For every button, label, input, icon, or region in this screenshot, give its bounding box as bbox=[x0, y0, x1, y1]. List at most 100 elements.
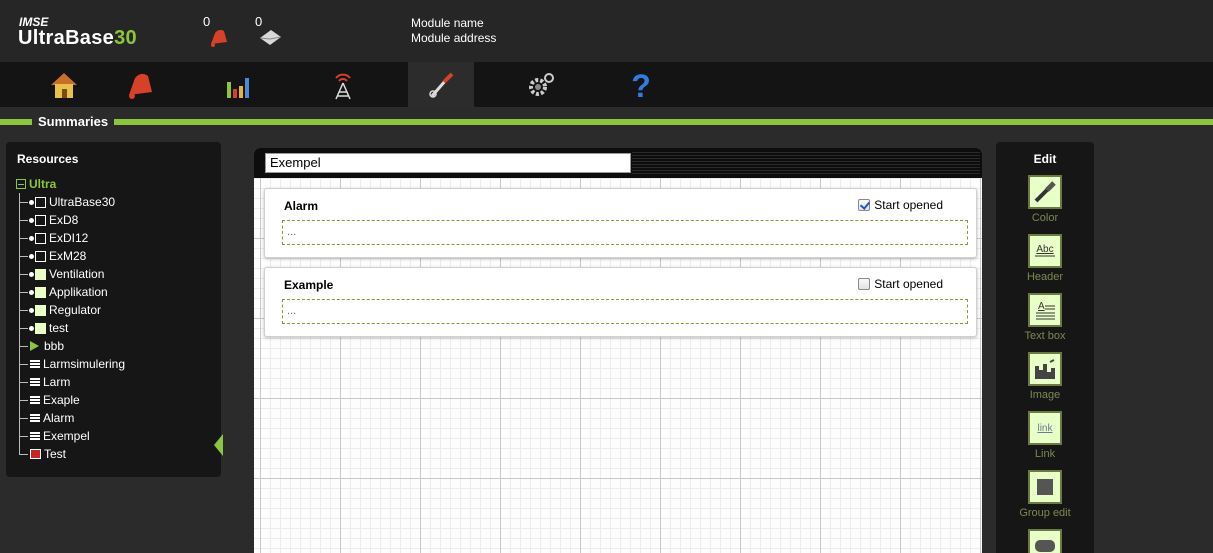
tree-item-label: Regulator bbox=[49, 303, 102, 317]
rounded-rect-icon bbox=[1035, 540, 1055, 552]
tree-item-label: Larm bbox=[43, 375, 71, 389]
collapse-icon[interactable] bbox=[16, 179, 26, 189]
bell-icon bbox=[129, 73, 152, 99]
card-title: Example bbox=[284, 278, 334, 292]
module-info: Module name Module address bbox=[411, 16, 496, 46]
card-title: Alarm bbox=[284, 199, 319, 213]
collapse-panel-icon[interactable] bbox=[214, 434, 223, 456]
tree-item[interactable]: Larmsimulering bbox=[16, 355, 125, 373]
tree-item-label: ExDI12 bbox=[49, 231, 89, 245]
tree-item[interactable]: bbb bbox=[16, 337, 64, 355]
tool-color[interactable]: Color bbox=[996, 175, 1094, 224]
help-icon: ? bbox=[631, 68, 651, 102]
tree-item[interactable]: UltraBase30 bbox=[16, 193, 115, 211]
summary-doc-icon bbox=[30, 431, 40, 441]
gears-icon bbox=[529, 72, 554, 96]
summary-card[interactable]: Alarm Start opened ... bbox=[264, 188, 977, 258]
svg-text:Abc: Abc bbox=[1036, 244, 1053, 255]
nav-alarms[interactable] bbox=[107, 62, 173, 107]
tree-item[interactable]: Test bbox=[16, 445, 66, 463]
tool-link[interactable]: link Link bbox=[996, 411, 1094, 460]
tree-item-label: Exaple bbox=[43, 393, 80, 407]
tree-item[interactable]: Regulator bbox=[16, 301, 101, 319]
edit-title: Edit bbox=[1033, 152, 1057, 166]
group-folder-icon bbox=[35, 322, 46, 334]
resources-title: Resources bbox=[17, 152, 79, 166]
summary-doc-icon bbox=[30, 359, 40, 369]
summary-doc-icon bbox=[30, 413, 40, 423]
antenna-icon bbox=[335, 73, 351, 99]
summary-title-input[interactable]: Exempel bbox=[265, 153, 631, 173]
start-opened-checkbox[interactable] bbox=[858, 199, 871, 211]
section-title: Summaries bbox=[32, 113, 115, 131]
tree-item[interactable]: Applikation bbox=[16, 283, 108, 301]
tree-item[interactable]: test bbox=[16, 319, 68, 337]
tree-item[interactable]: Alarm bbox=[16, 409, 74, 427]
module-icon bbox=[35, 250, 46, 262]
alarm-bell-icon[interactable] bbox=[205, 26, 231, 48]
link-icon: link bbox=[1037, 423, 1053, 434]
nav-trends[interactable] bbox=[205, 62, 271, 107]
card-content-box[interactable]: ... bbox=[282, 220, 968, 245]
tree-item[interactable]: Larm bbox=[16, 373, 70, 391]
tree-item-label: Larmsimulering bbox=[43, 357, 126, 371]
tree-item-label: Exempel bbox=[43, 429, 90, 443]
tool-text-box[interactable]: A Text box bbox=[996, 293, 1094, 342]
group-folder-icon bbox=[35, 268, 46, 280]
tree-item[interactable]: Exaple bbox=[16, 391, 80, 409]
home-icon bbox=[51, 72, 77, 98]
tree-item[interactable]: ExM28 bbox=[16, 247, 86, 265]
tree-item-label: Ventilation bbox=[49, 267, 105, 281]
tree-item-label: Applikation bbox=[49, 285, 108, 299]
svg-text:?: ? bbox=[631, 68, 651, 102]
tree-root[interactable]: Ultra bbox=[16, 175, 56, 193]
module-name: Module name bbox=[411, 16, 484, 30]
module-address: Module address bbox=[411, 31, 497, 45]
summary-doc-icon bbox=[30, 377, 40, 387]
edit-panel: Edit Color Abc Header A Text box Image l… bbox=[996, 142, 1094, 553]
summary-card[interactable]: Example Start opened ... bbox=[264, 267, 977, 337]
main-nav: ? bbox=[0, 62, 1213, 107]
brand-logo: UltraBase30 bbox=[18, 27, 137, 49]
module-icon bbox=[35, 232, 46, 244]
resources-panel: Resources Ultra UltraBase30 ExD8 ExDI12 ExM… bbox=[6, 142, 223, 477]
tree-item[interactable]: ExD8 bbox=[16, 211, 78, 229]
nav-home[interactable] bbox=[31, 62, 97, 107]
nav-tools[interactable] bbox=[408, 62, 474, 107]
canvas-header: Exempel bbox=[254, 148, 982, 178]
table-icon bbox=[30, 449, 41, 459]
tool-header[interactable]: Abc Header bbox=[996, 234, 1094, 283]
start-opened-option[interactable]: Start opened bbox=[858, 198, 943, 212]
group-folder-icon bbox=[35, 286, 46, 298]
section-divider bbox=[0, 119, 1213, 125]
module-icon bbox=[35, 196, 46, 208]
start-opened-checkbox[interactable] bbox=[858, 278, 871, 290]
header-icon: Abc bbox=[1035, 244, 1055, 257]
tool-more[interactable] bbox=[996, 529, 1094, 553]
bar-chart-icon bbox=[227, 77, 249, 98]
tree-item-label: ExD8 bbox=[49, 213, 79, 227]
start-opened-option[interactable]: Start opened bbox=[858, 277, 943, 291]
envelope-icon[interactable] bbox=[257, 26, 283, 48]
svg-text:A: A bbox=[1038, 301, 1045, 312]
tree-item-label: test bbox=[49, 321, 69, 335]
image-icon bbox=[1035, 359, 1055, 379]
tree-item-label: UltraBase30 bbox=[49, 195, 116, 209]
tool-image[interactable]: Image bbox=[996, 352, 1094, 401]
play-icon bbox=[30, 341, 39, 351]
nav-help[interactable]: ? bbox=[608, 62, 674, 107]
textbox-icon: A bbox=[1036, 301, 1055, 320]
summary-canvas: Exempel Alarm Start opened ... Example S… bbox=[254, 148, 982, 553]
tool-group-edit[interactable]: Group edit bbox=[996, 470, 1094, 519]
card-content-box[interactable]: ... bbox=[282, 299, 968, 324]
tree-item-label: ExM28 bbox=[49, 249, 87, 263]
nav-communication[interactable] bbox=[310, 62, 376, 107]
tree-item[interactable]: Ventilation bbox=[16, 265, 104, 283]
group-folder-icon bbox=[35, 304, 46, 316]
tree-item[interactable]: Exempel bbox=[16, 427, 90, 445]
tree-item-label: Test bbox=[44, 447, 67, 461]
tree-item-label: bbb bbox=[44, 339, 65, 353]
nav-settings[interactable] bbox=[508, 62, 574, 107]
tree-item[interactable]: ExDI12 bbox=[16, 229, 88, 247]
module-icon bbox=[35, 214, 46, 226]
